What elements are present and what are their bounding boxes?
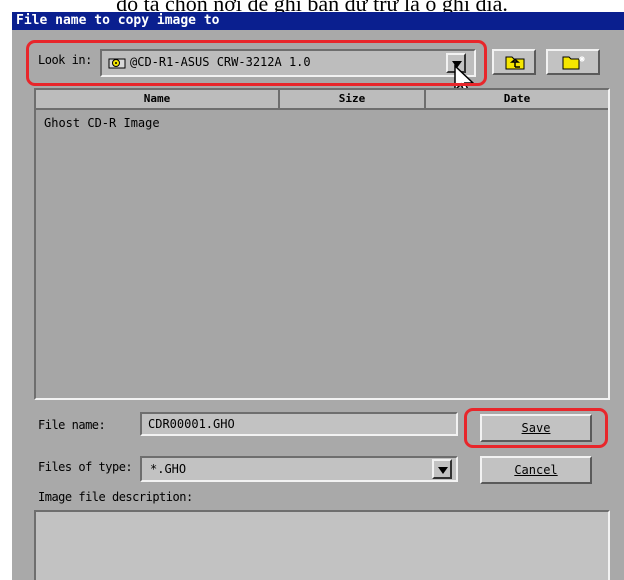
copy-image-dialog: File name to copy image to Look in: @CD-… bbox=[12, 12, 624, 580]
up-one-level-button[interactable] bbox=[492, 49, 536, 75]
chevron-down-icon bbox=[438, 467, 448, 474]
column-header-size[interactable]: Size bbox=[280, 90, 426, 108]
file-name-label: File name: bbox=[38, 418, 106, 432]
files-of-type-dropdown[interactable]: *.GHO bbox=[140, 456, 458, 482]
new-folder-button[interactable] bbox=[546, 49, 600, 75]
column-header-date[interactable]: Date bbox=[426, 90, 608, 108]
file-list[interactable]: Name Size Date Ghost CD-R Image bbox=[34, 88, 610, 400]
cancel-button-label: Cancel bbox=[514, 463, 558, 477]
column-header-name[interactable]: Name bbox=[36, 90, 280, 108]
cancel-button[interactable]: Cancel bbox=[480, 456, 592, 484]
files-of-type-dropdown-button[interactable] bbox=[432, 459, 452, 479]
list-item[interactable]: Ghost CD-R Image bbox=[44, 116, 160, 130]
files-of-type-label: Files of type: bbox=[38, 460, 133, 474]
image-description-input[interactable] bbox=[34, 510, 610, 580]
dialog-title: File name to copy image to bbox=[12, 12, 624, 30]
save-highlight bbox=[464, 408, 608, 448]
files-of-type-value: *.GHO bbox=[150, 462, 187, 476]
image-description-label: Image file description: bbox=[38, 490, 193, 504]
up-folder-icon bbox=[505, 54, 525, 74]
file-list-header: Name Size Date bbox=[36, 90, 608, 110]
look-in-highlight bbox=[26, 40, 487, 86]
new-folder-icon bbox=[562, 54, 586, 74]
file-name-input[interactable]: CDR00001.GHO bbox=[140, 412, 458, 436]
file-name-value: CDR00001.GHO bbox=[148, 417, 235, 431]
